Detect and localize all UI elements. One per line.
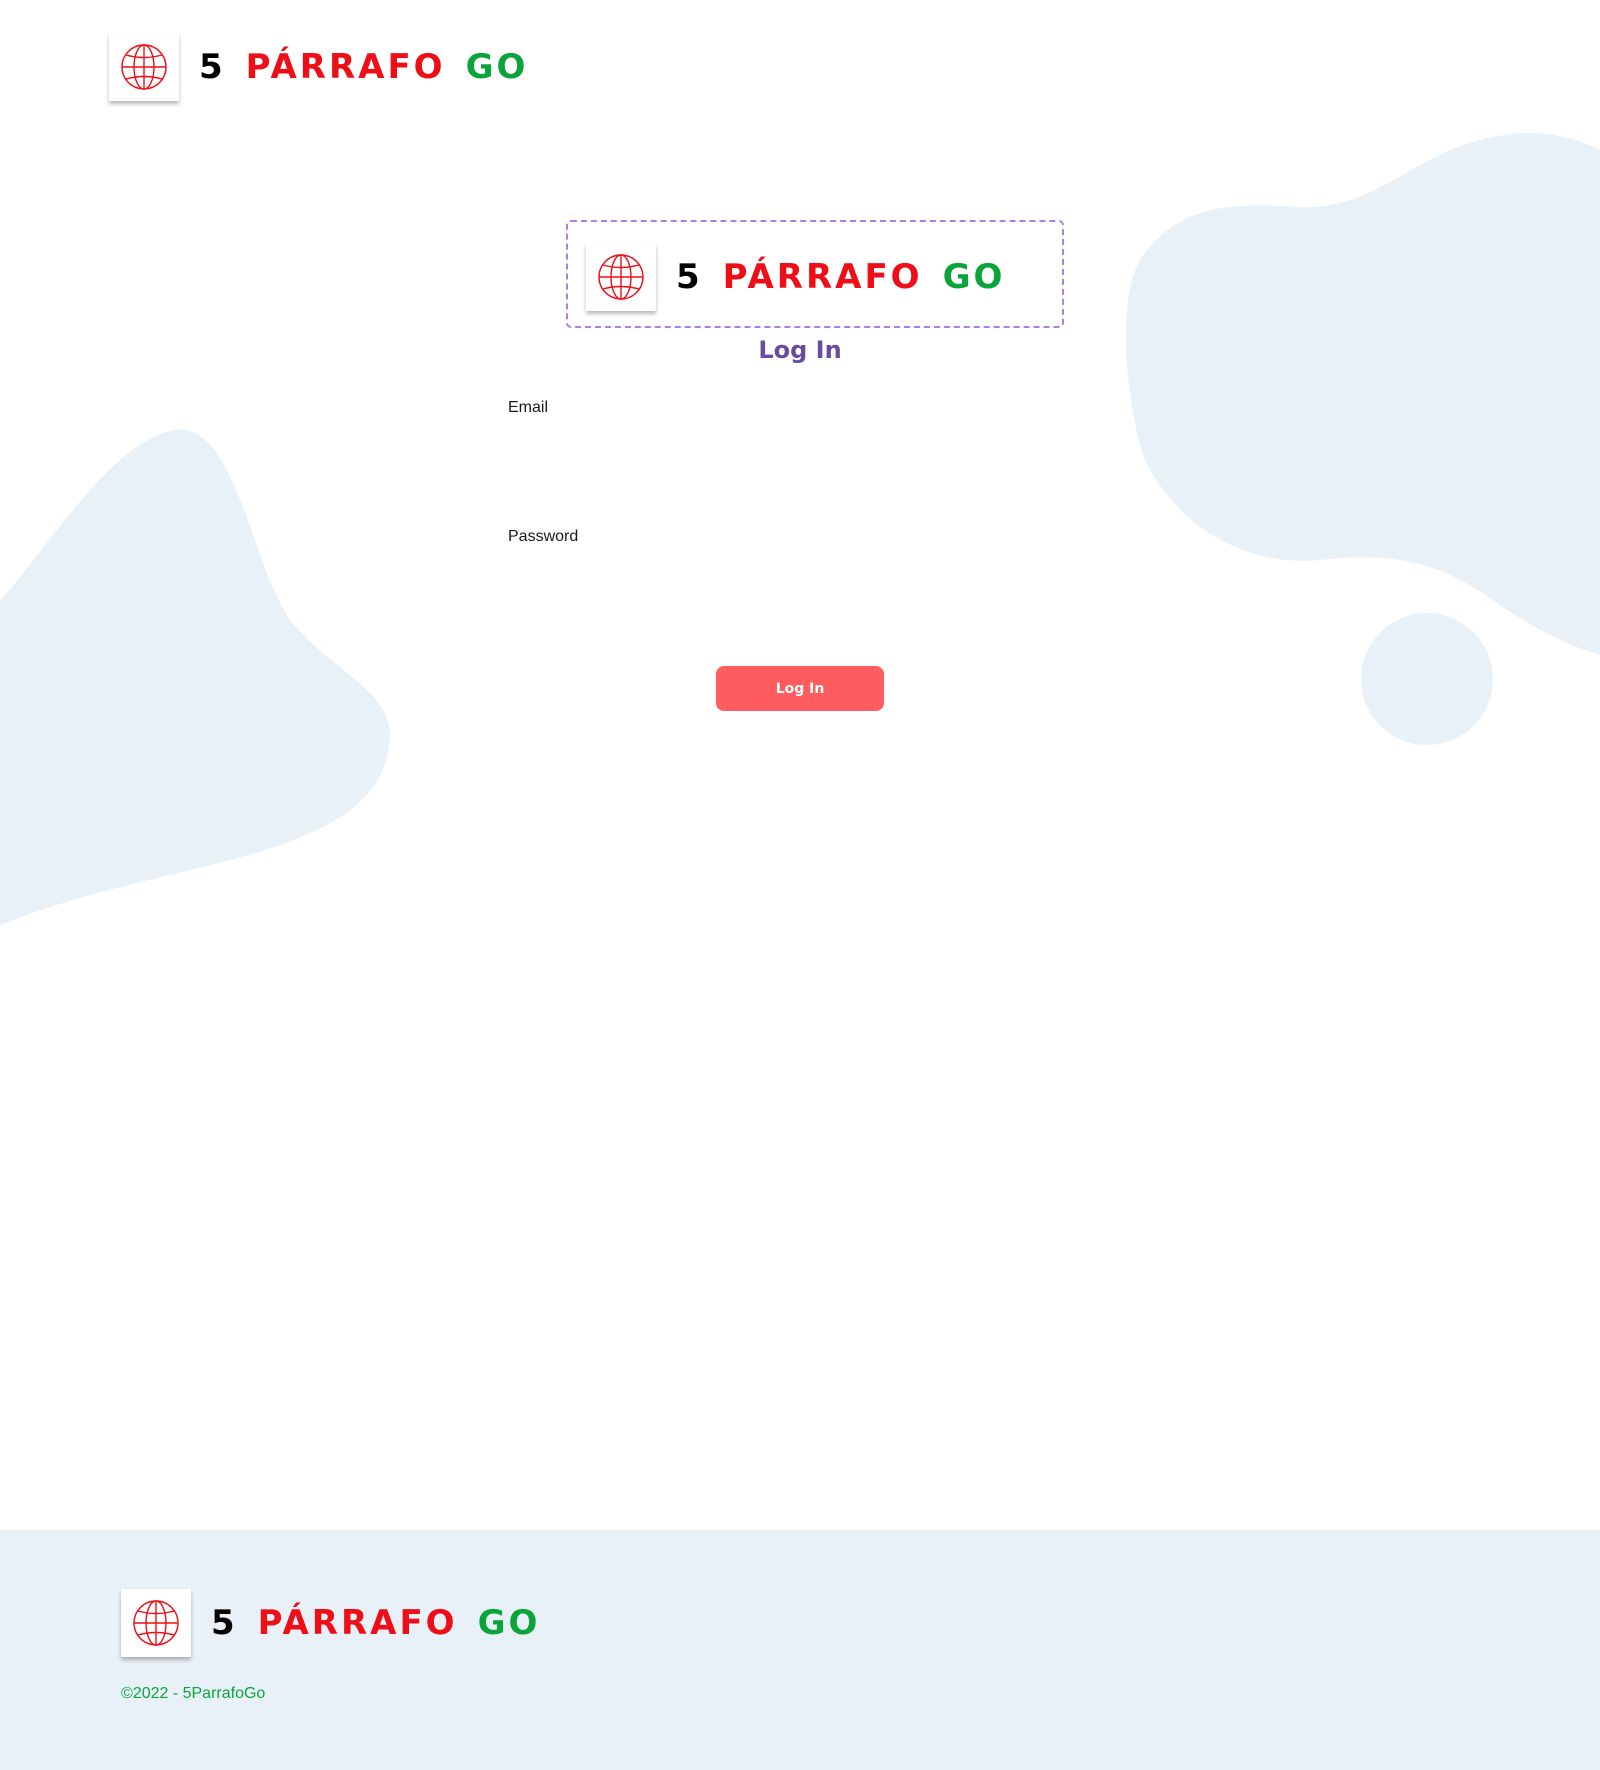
header-logo[interactable]: 5 PÁRRAFO GO — [109, 33, 528, 101]
left-blob — [0, 429, 390, 925]
login-page: 5 PÁRRAFO GO 5 PÁRRAFO GO Log In Email Passw… — [0, 0, 1600, 1770]
logo-word-parrafo: PÁRRAFO — [245, 47, 446, 87]
logo-wordmark: 5 PÁRRAFO GO — [199, 47, 528, 87]
globe-icon — [133, 1600, 179, 1646]
logo-word-go: GO — [477, 1603, 541, 1643]
logo-word-number: 5 — [676, 257, 703, 297]
globe-icon — [121, 44, 167, 90]
password-field[interactable] — [508, 553, 1092, 599]
logo-badge — [586, 243, 656, 311]
login-title: Log In — [758, 336, 842, 364]
logo-word-number: 5 — [199, 47, 226, 87]
logo-word-go: GO — [465, 47, 529, 87]
logo-wordmark: 5 PÁRRAFO GO — [676, 257, 1005, 297]
login-logo: 5 PÁRRAFO GO — [586, 243, 1005, 311]
logo-word-parrafo: PÁRRAFO — [257, 1603, 458, 1643]
logo-badge — [109, 33, 179, 101]
right-blob — [1125, 133, 1600, 655]
password-label: Password — [508, 528, 579, 545]
logo-word-number: 5 — [211, 1603, 238, 1643]
right-circle — [1361, 613, 1493, 745]
logo-badge — [121, 1589, 191, 1657]
email-field[interactable] — [508, 424, 1092, 470]
logo-word-go: GO — [942, 257, 1006, 297]
login-button[interactable]: Log In — [716, 666, 884, 711]
logo-word-parrafo: PÁRRAFO — [722, 257, 923, 297]
logo-wordmark: 5 PÁRRAFO GO — [211, 1603, 540, 1643]
email-label: Email — [508, 399, 549, 416]
copyright-text: ©2022 - 5ParrafoGo — [121, 1685, 266, 1702]
footer-logo[interactable]: 5 PÁRRAFO GO — [121, 1589, 540, 1657]
globe-icon — [598, 254, 644, 300]
footer: 5 PÁRRAFO GO ©2022 - 5ParrafoGo — [0, 1530, 1600, 1770]
